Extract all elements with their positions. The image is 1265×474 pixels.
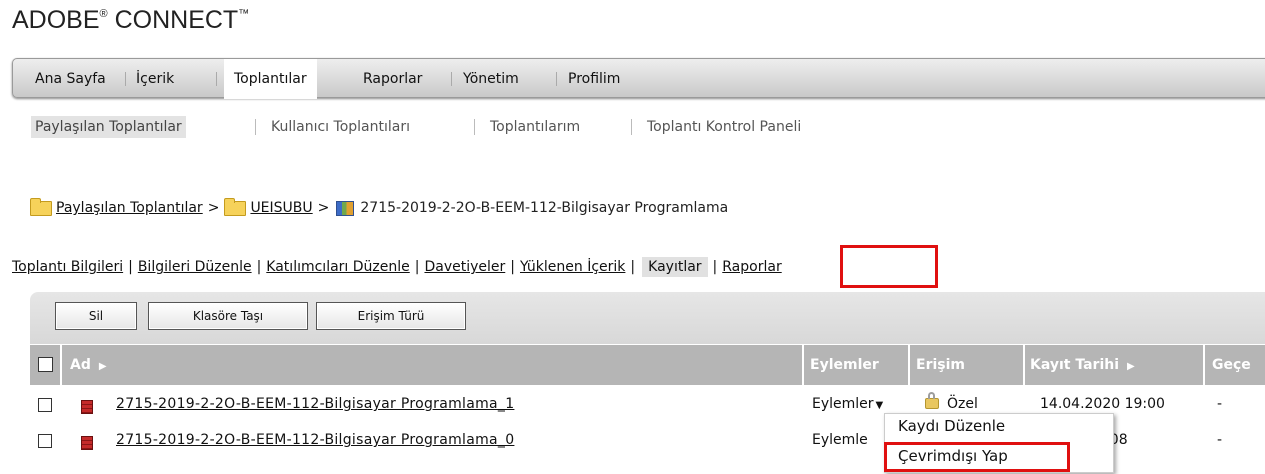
header-name[interactable]: Ad ▶ [70,345,107,385]
caret-down-icon: ▼ [875,400,884,411]
nav-profilim[interactable]: Profilim [568,59,620,99]
subnav-separator [255,119,256,135]
adobe-connect-logo: ADOBE® CONNECT™ [12,6,249,35]
nav-icerik[interactable]: İçerik [136,59,174,99]
select-all-checkbox[interactable] [38,357,53,372]
breadcrumb: Paylaşılan Toplantılar > UEISUBU > 2715-… [30,197,728,219]
tab-katilimcilari-duzenle[interactable]: Katılımcıları Düzenle [266,259,409,275]
recording-name-link[interactable]: 2715-2019-2-2O-B-EEM-112-Bilgisayar Prog… [116,432,514,448]
recording-icon [81,400,93,414]
actions-dropdown[interactable]: Eylemler ▼ [812,396,883,412]
header-divider [60,345,62,385]
table-header: Ad ▶ Eylemler Erişim Kayıt Tarihi ▶ Geçe [30,345,1265,385]
subnav-paylasilan-toplantilar[interactable]: Paylaşılan Toplantılar [31,116,186,138]
tab-kayitlar[interactable]: Kayıtlar [642,257,708,277]
tab-yuklenen-icerik[interactable]: Yüklenen İçerik [520,259,625,275]
duration-cell: - [1217,432,1223,448]
header-divider [908,345,910,385]
duration-cell: - [1217,396,1223,412]
action-toolbar: Sil Klasöre Taşı Erişim Türü [30,292,1265,344]
move-to-folder-button[interactable]: Klasöre Taşı [148,302,308,330]
tab-raporlar[interactable]: Raporlar [722,259,781,275]
header-divider [1203,345,1205,385]
breadcrumb-paylasilan-toplantilar[interactable]: Paylaşılan Toplantılar [56,200,203,216]
actions-label: Eylemle [812,432,868,448]
actions-label: Eylemler [812,396,874,412]
tab-separator: | [414,259,420,275]
nav-ana-sayfa[interactable]: Ana Sayfa [35,59,106,99]
logo-tm-mark: ™ [238,8,250,20]
actions-dropdown[interactable]: Eylemle [812,432,868,448]
access-value: Özel [947,396,978,412]
nav-separator [216,72,217,86]
row-checkbox[interactable] [38,434,52,448]
delete-button[interactable]: Sil [55,302,137,330]
tab-bilgileri-duzenle[interactable]: Bilgileri Düzenle [138,259,252,275]
recording-icon [81,436,93,450]
subnav-separator [474,119,475,135]
header-access[interactable]: Erişim [916,345,965,385]
access-cell: Özel [925,392,978,412]
nav-yonetim[interactable]: Yönetim [463,59,519,99]
breadcrumb-separator: > [317,200,330,216]
folder-icon [30,197,52,216]
logo-text: ADOBE [12,6,100,34]
subnav-toplanti-kontrol-paneli[interactable]: Toplantı Kontrol Paneli [647,116,801,138]
highlight-box-kayitlar [840,245,938,288]
sort-arrow-icon: ▶ [98,361,107,372]
breadcrumb-separator: > [207,200,220,216]
breadcrumb-current-meeting: 2715-2019-2-2O-B-EEM-112-Bilgisayar Prog… [360,200,729,216]
tab-davetiyeler[interactable]: Davetiyeler [424,259,505,275]
breadcrumb-ueisubu[interactable]: UEISUBU [250,200,312,216]
record-date-cell: 14.04.2020 19:00 [1040,396,1165,412]
subnav-toplantilarim[interactable]: Toplantılarım [490,116,580,138]
header-record-date-label: Kayıt Tarihi [1030,357,1120,373]
tab-separator: | [510,259,515,275]
meeting-icon [336,200,355,216]
header-divider [802,345,804,385]
tab-separator: | [256,259,262,275]
sort-arrow-icon: ▶ [1127,361,1135,372]
tab-separator: | [712,259,718,275]
tab-toplanti-bilgileri[interactable]: Toplantı Bilgileri [12,259,123,275]
logo-reg-mark: ® [99,8,108,20]
menu-item-edit-recording[interactable]: Kaydı Düzenle [898,417,1005,435]
nav-separator [125,72,126,86]
subnav-separator [631,119,632,135]
nav-separator [556,72,557,86]
header-record-date[interactable]: Kayıt Tarihi ▶ [1030,345,1135,385]
recording-name-link[interactable]: 2715-2019-2-2O-B-EEM-112-Bilgisayar Prog… [116,396,514,412]
header-duration[interactable]: Geçe [1212,345,1251,385]
header-actions: Eylemler [810,357,879,373]
logo-text-2: CONNECT [107,6,239,34]
nav-raporlar[interactable]: Raporlar [363,59,422,99]
highlight-box-offline [884,442,1070,472]
main-nav: Ana Sayfa İçerik Toplantılar Raporlar Yö… [12,58,1265,99]
header-name-label: Ad [70,357,91,373]
lock-icon [925,392,939,409]
tab-separator: | [630,259,636,275]
nav-toplantilar[interactable]: Toplantılar [224,59,317,99]
tab-separator: | [128,259,133,275]
meeting-tabs: Toplantı Bilgileri | Bilgileri Düzenle |… [12,254,782,280]
subnav-kullanici-toplantilari[interactable]: Kullanıcı Toplantıları [271,116,410,138]
folder-icon [224,197,247,216]
row-checkbox[interactable] [38,398,52,412]
nav-separator [451,72,452,86]
access-type-button[interactable]: Erişim Türü [316,302,466,330]
header-divider [1023,345,1025,385]
